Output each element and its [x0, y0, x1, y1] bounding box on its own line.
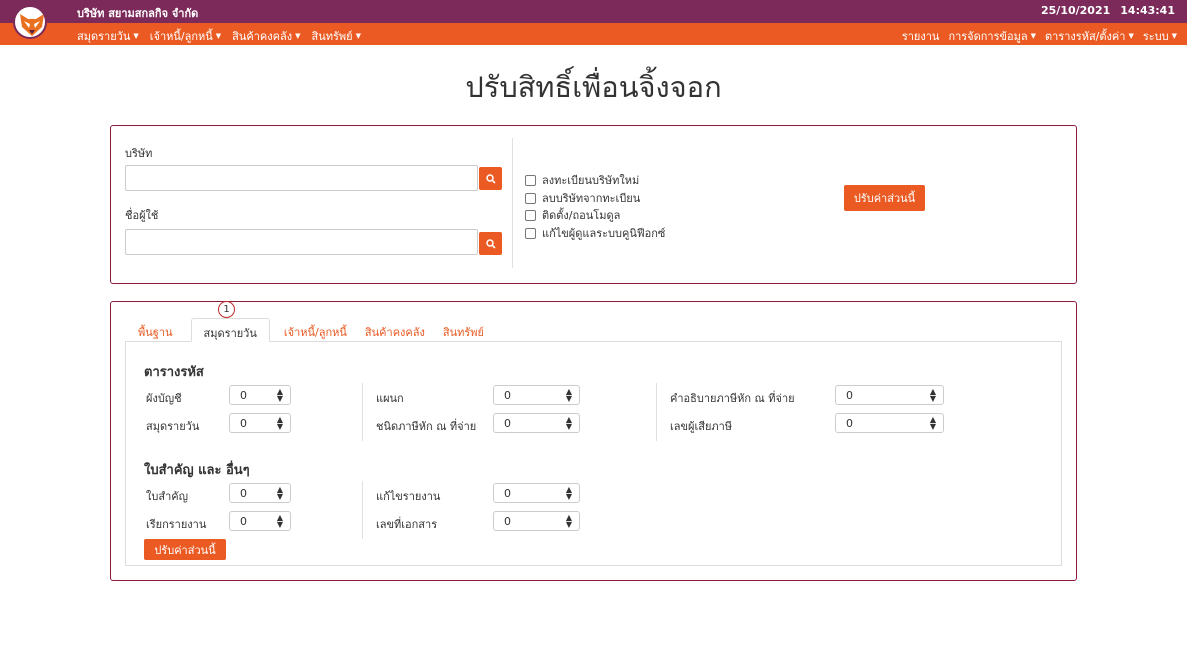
sort-arrows-icon: ▲ ▼: [565, 387, 572, 403]
row-label: เลขที่เอกสาร: [376, 518, 438, 531]
caret-down-icon: ▼: [1030, 32, 1037, 40]
apply-button[interactable]: ปรับค่าส่วนนี้: [844, 185, 925, 211]
chart-of-accounts-select[interactable]: 0 ▲ ▼: [229, 385, 291, 405]
fox-logo-icon[interactable]: [13, 5, 47, 39]
nav-payable-receivable[interactable]: เจ้าหนี้/ลูกหนี้ ▼: [150, 27, 221, 45]
sort-arrows-icon: ▲ ▼: [929, 415, 936, 431]
docs-section-title: ใบสำคัญ และ อื่นๆ: [144, 463, 250, 478]
checkbox[interactable]: [525, 227, 536, 239]
company-search-button[interactable]: [479, 167, 502, 190]
voucher-select[interactable]: 0 ▲ ▼: [229, 483, 291, 503]
tab-payable-receivable[interactable]: เจ้าหนี้/ลูกหนี้: [284, 318, 357, 342]
tab-assets[interactable]: สินทรัพย์: [443, 318, 494, 342]
journal-select[interactable]: 0 ▲ ▼: [229, 413, 291, 433]
nav-reports[interactable]: รายงาน: [902, 27, 940, 45]
row-label: ใบสำคัญ: [146, 490, 188, 503]
datetime: 25/10/2021 14:43:41: [1031, 4, 1175, 17]
user-search-button[interactable]: [479, 232, 502, 255]
sort-arrows-icon: ▲ ▼: [276, 415, 283, 431]
search-icon: [485, 173, 496, 184]
tab-bar: พื้นฐาน สมุดรายวัน เจ้าหนี้/ลูกหนี้ สินค…: [138, 318, 502, 342]
checkbox[interactable]: [525, 192, 536, 204]
sort-arrows-icon: ▲ ▼: [565, 485, 572, 501]
check-install-module[interactable]: ติดตั้ง/ถอนโมดูล: [525, 206, 620, 224]
check-edit-admin[interactable]: แก้ไขผู้ดูแลระบบคูนิฟีอกซ์: [525, 224, 665, 242]
sort-arrows-icon: ▲ ▼: [565, 513, 572, 529]
page-title: ปรับสิทธิ์เพื่อนจิ้งจอก: [465, 70, 722, 104]
company-name: บริษัท สยามสกลกิจ จำกัด: [77, 7, 199, 20]
row-label: เรียกรายงาน: [146, 518, 207, 531]
row-label: ผังบัญชี: [146, 392, 182, 405]
sort-arrows-icon: ▲ ▼: [929, 387, 936, 403]
doc-number-select[interactable]: 0 ▲ ▼: [493, 511, 580, 531]
caret-down-icon: ▼: [355, 32, 361, 40]
user-label: ชื่อผู้ใช้: [125, 209, 159, 222]
sort-arrows-icon: ▲ ▼: [565, 415, 572, 431]
view-report-select[interactable]: 0 ▲ ▼: [229, 511, 291, 531]
row-label: เลขผู้เสียภาษี: [670, 420, 733, 433]
caret-down-icon: ▼: [1171, 32, 1177, 40]
checkbox[interactable]: [525, 209, 536, 221]
check-remove-company[interactable]: ลบบริษัทจากทะเบียน: [525, 189, 640, 207]
sort-arrows-icon: ▲ ▼: [276, 513, 283, 529]
row-label: สมุดรายวัน: [146, 420, 200, 433]
caret-down-icon: ▼: [295, 32, 301, 40]
taxpayer-id-select[interactable]: 0 ▲ ▼: [835, 413, 944, 433]
caret-down-icon: ▼: [1128, 32, 1134, 40]
date-text: 25/10/2021: [1041, 4, 1111, 17]
nav-journal[interactable]: สมุดรายวัน ▼: [77, 27, 139, 45]
search-icon: [485, 238, 496, 249]
caret-down-icon: ▼: [133, 32, 139, 40]
divider: [512, 138, 513, 268]
wht-type-select[interactable]: 0 ▲ ▼: [493, 413, 580, 433]
user-input[interactable]: [125, 229, 478, 255]
tab-journal[interactable]: สมุดรายวัน: [190, 318, 270, 342]
divider: [362, 383, 363, 441]
row-label: แผนก: [376, 392, 404, 405]
nav-assets[interactable]: สินทรัพย์ ▼: [312, 27, 361, 45]
divider: [362, 481, 363, 539]
top-bar: บริษัท สยามสกลกิจ จำกัด 25/10/2021 14:43:…: [0, 0, 1187, 23]
nav-code-settings[interactable]: ตารางรหัส/ตั้งค่า ▼: [1045, 27, 1134, 45]
step-badge: 1: [218, 301, 235, 318]
company-label: บริษัท: [125, 147, 153, 160]
nav-system[interactable]: ระบบ ▼: [1143, 27, 1177, 45]
checkbox[interactable]: [525, 174, 536, 186]
caret-down-icon: ▼: [215, 32, 222, 40]
main-nav: สมุดรายวัน ▼ เจ้าหนี้/ลูกหนี้ ▼ สินค้าคงคล…: [0, 23, 1187, 45]
row-label: แก้ไขรายงาน: [376, 490, 441, 503]
department-select[interactable]: 0 ▲ ▼: [493, 385, 580, 405]
codes-section-title: ตารางรหัส: [144, 365, 204, 380]
apply-section-button[interactable]: ปรับค่าส่วนนี้: [144, 539, 226, 560]
wht-description-select[interactable]: 0 ▲ ▼: [835, 385, 944, 405]
edit-report-select[interactable]: 0 ▲ ▼: [493, 483, 580, 503]
company-input[interactable]: [125, 165, 478, 191]
tab-content: [125, 341, 1062, 566]
sort-arrows-icon: ▲ ▼: [276, 485, 283, 501]
row-label: ชนิดภาษีหัก ณ ที่จ่าย: [376, 420, 477, 433]
nav-data-management[interactable]: การจัดการข้อมูล ▼: [948, 27, 1036, 45]
nav-inventory[interactable]: สินค้าคงคลัง ▼: [232, 27, 300, 45]
check-register-company[interactable]: ลงทะเบียนบริษัทใหม่: [525, 171, 639, 189]
tab-basic[interactable]: พื้นฐาน: [138, 318, 183, 342]
sort-arrows-icon: ▲ ▼: [276, 387, 283, 403]
tab-inventory[interactable]: สินค้าคงคลัง: [365, 318, 435, 342]
divider: [656, 383, 657, 441]
time-text: 14:43:41: [1120, 4, 1175, 17]
row-label: คำอธิบายภาษีหัก ณ ที่จ่าย: [670, 392, 795, 405]
